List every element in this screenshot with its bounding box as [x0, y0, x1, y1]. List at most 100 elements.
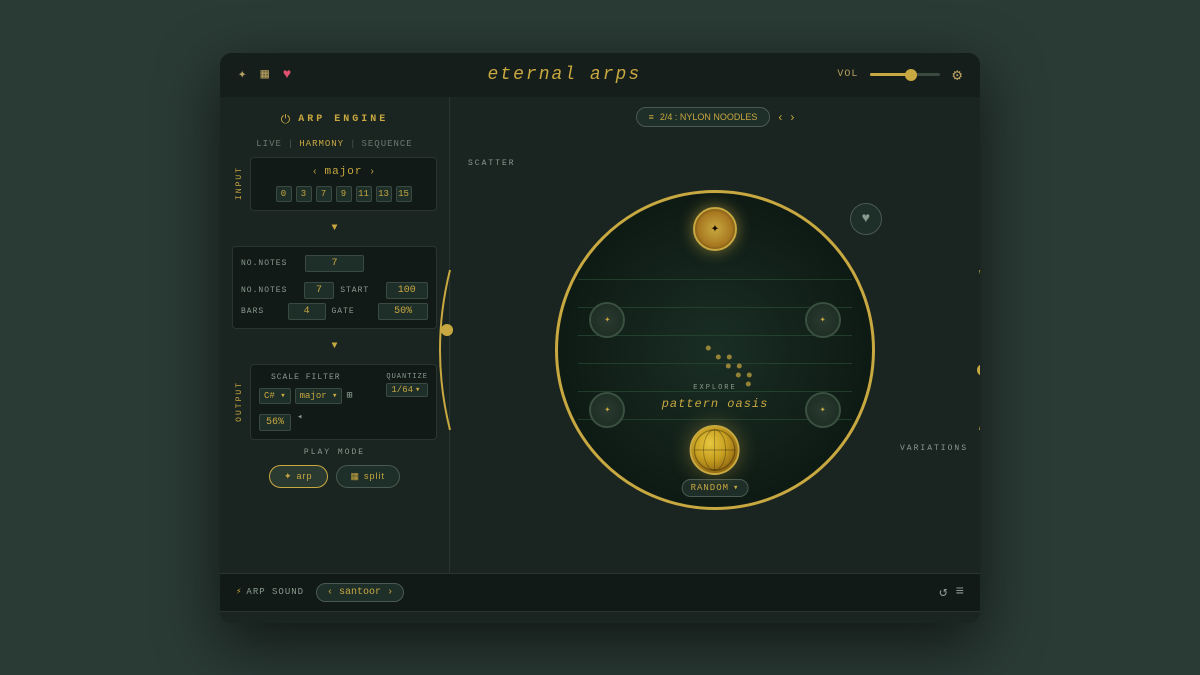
no-notes-label: NO.NOTES — [241, 259, 301, 268]
filter-row: C# ▾ major ▾ ⊞ — [259, 388, 352, 404]
start-label: START — [340, 286, 379, 295]
sound-prev-button[interactable]: ‹ — [327, 587, 333, 598]
arp-sound-label: ⚡ ARP SOUND — [236, 587, 304, 597]
tab-live[interactable]: LIVE — [256, 139, 282, 149]
mode-tabs: LIVE | HARMONY | SEQUENCE — [232, 139, 437, 149]
pattern-node-top-right[interactable]: ✦ — [805, 302, 841, 338]
tab-harmony[interactable]: HARMONY — [299, 139, 344, 149]
app-container: ✦ ▦ ♥ eternal arps VOL ⚙ ⏻ ARP ENGINE — [220, 53, 980, 623]
gate-label: GATE — [332, 307, 373, 316]
sound-name: santoor — [339, 587, 381, 598]
filter-grid-icon[interactable]: ⊞ — [346, 390, 352, 402]
move-icon[interactable]: ✦ — [238, 66, 246, 83]
h-line-3 — [578, 335, 852, 336]
settings-icon[interactable]: ⚙ — [952, 65, 962, 85]
gate-value[interactable]: 50% — [378, 303, 428, 320]
app-title: eternal arps — [488, 65, 642, 85]
filter-percent-value[interactable]: 56% — [259, 414, 291, 431]
scale-num-2: 7 — [316, 186, 332, 202]
preset-prev-button[interactable]: ‹ — [778, 110, 782, 124]
equalizer-icon[interactable]: ≡ — [956, 584, 964, 601]
preset-bar: ≡ 2/4 : NYLON NOODLES ‹ › — [460, 107, 970, 127]
circle-inner: ✦ ✦ ✦ ✦ — [558, 193, 872, 507]
arp-engine-header: ⏻ ARP ENGINE — [232, 109, 437, 131]
start-value[interactable]: 100 — [386, 282, 428, 299]
circle-container: ✦ ✦ ✦ ✦ — [460, 137, 970, 563]
sound-next-button[interactable]: › — [387, 587, 393, 598]
scale-num-0: 0 — [276, 186, 292, 202]
vol-label: VOL — [837, 69, 858, 80]
pattern-node-bottom-right[interactable]: ✦ — [805, 392, 841, 428]
down-arrow-1: ▼ — [232, 223, 437, 234]
random-globe-button[interactable] — [690, 425, 740, 475]
left-panel: ⏻ ARP ENGINE LIVE | HARMONY | SEQUENCE I… — [220, 97, 450, 573]
split-button[interactable]: ▦ split — [336, 465, 401, 488]
preset-menu-button[interactable]: ≡ 2/4 : NYLON NOODLES — [636, 107, 771, 127]
down-arrow-2: ▼ — [232, 341, 437, 352]
no-notes-value[interactable]: 7 — [305, 255, 365, 272]
filter-arrow: ◂ — [297, 412, 302, 431]
heart-icon[interactable]: ♥ — [283, 67, 291, 83]
play-mode-section: PLAY MODE ✦ arp ▦ split — [232, 448, 437, 488]
play-mode-label: PLAY MODE — [232, 448, 437, 457]
random-chevron: ▾ — [733, 483, 739, 493]
scale-selector: ‹ major › — [259, 166, 428, 178]
scale-num-4: 11 — [356, 186, 372, 202]
pattern-node-top[interactable]: ✦ — [693, 207, 737, 251]
no-notes-value2[interactable]: 7 — [304, 282, 334, 299]
input-side-label: INPUT — [232, 157, 246, 211]
scale-num-1: 3 — [296, 186, 312, 202]
no-notes-label2: NO.NOTES — [241, 286, 298, 295]
vol-knob — [905, 69, 917, 81]
quantize-label: QUANTIZE — [386, 373, 428, 381]
quantize-value[interactable]: 1/64▾ — [386, 383, 428, 397]
scale-label: major — [324, 166, 362, 178]
arp-engine-label: ARP ENGINE — [298, 114, 388, 125]
scale-select[interactable]: major ▾ — [295, 388, 343, 404]
sound-selector: ‹ santoor › — [316, 583, 404, 602]
vol-slider-container[interactable] — [870, 73, 940, 76]
top-right: VOL ⚙ — [837, 65, 962, 85]
variations-arc — [975, 260, 980, 440]
play-mode-buttons: ✦ arp ▦ split — [232, 465, 437, 488]
heart-favorite-button[interactable]: ♥ — [850, 203, 882, 235]
refresh-icon[interactable]: ↺ — [939, 584, 947, 601]
scale-filter-label: SCALE FILTER — [259, 373, 352, 382]
arp-icon: ✦ — [284, 471, 293, 482]
deco-bar — [220, 611, 980, 623]
sound-icons: ↺ ≡ — [939, 584, 964, 601]
h-line-1 — [578, 279, 852, 280]
quantize-section: QUANTIZE 1/64▾ — [386, 373, 428, 397]
output-section-wrapper: OUTPUT SCALE FILTER C# ▾ major ▾ ⊞ — [232, 364, 437, 440]
power-icon[interactable]: ⏻ — [281, 113, 291, 127]
menu-icon: ≡ — [649, 112, 654, 122]
vol-slider[interactable] — [870, 73, 940, 76]
explore-label: EXPLORE pattern oasis — [662, 384, 769, 412]
scale-num-5: 13 — [376, 186, 392, 202]
pattern-oasis: pattern oasis — [662, 397, 769, 411]
arp-button[interactable]: ✦ arp — [269, 465, 328, 488]
right-panel: ≡ 2/4 : NYLON NOODLES ‹ › SCATTER VARIAT… — [450, 97, 980, 573]
main-content: ⏻ ARP ENGINE LIVE | HARMONY | SEQUENCE I… — [220, 97, 980, 573]
bars-value[interactable]: 4 — [288, 303, 326, 320]
outer-ring: ✦ ✦ ✦ ✦ — [555, 190, 875, 510]
scale-numbers: 0 3 7 9 11 13 15 — [259, 186, 428, 202]
params-section: NO.NOTES 7 NO.NOTES 7 START 100 BARS 4 G — [232, 246, 437, 329]
preset-name: 2/4 : NYLON NOODLES — [660, 112, 758, 122]
preset-next-button[interactable]: › — [790, 110, 794, 124]
random-label[interactable]: RANDOM ▾ — [682, 479, 749, 497]
key-select[interactable]: C# ▾ — [259, 388, 291, 404]
bars-label: BARS — [241, 307, 282, 316]
top-bar: ✦ ▦ ♥ eternal arps VOL ⚙ — [220, 53, 980, 97]
random-btn-container: RANDOM ▾ — [682, 425, 749, 497]
tab-sequence[interactable]: SEQUENCE — [362, 139, 413, 149]
scale-next-button[interactable]: › — [371, 166, 374, 177]
scale-num-6: 15 — [396, 186, 412, 202]
input-section: ‹ major › 0 3 7 9 11 13 15 — [250, 157, 437, 211]
grid-icon[interactable]: ▦ — [260, 66, 268, 83]
vol-slider-fill — [870, 73, 909, 76]
input-section-wrapper: INPUT ‹ major › 0 3 7 9 11 13 — [232, 157, 437, 211]
scale-prev-button[interactable]: ‹ — [313, 166, 316, 177]
output-side-label: OUTPUT — [232, 364, 246, 440]
arp-sound-bar: ⚡ ARP SOUND ‹ santoor › ↺ ≡ — [220, 573, 980, 611]
